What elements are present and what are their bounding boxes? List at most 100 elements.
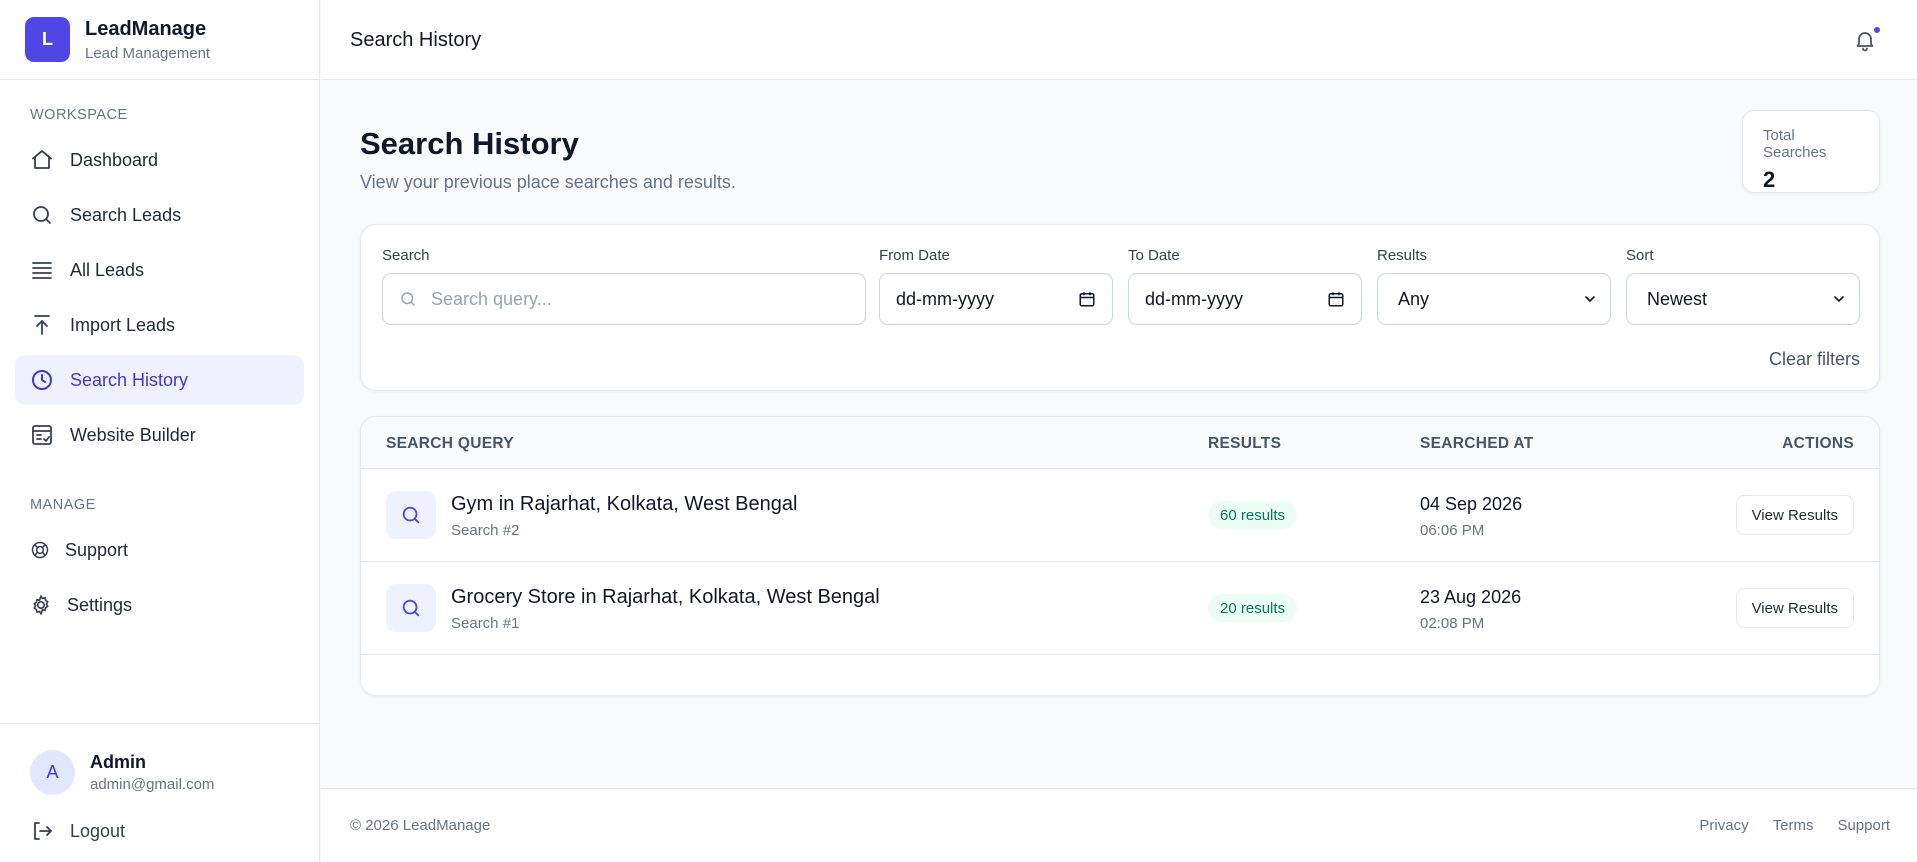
sort-select[interactable]: Newest: [1626, 273, 1860, 325]
row-time: 02:08 PM: [1420, 615, 1485, 632]
footer-link-support[interactable]: Support: [1837, 817, 1890, 834]
sidebar-item-label: Dashboard: [70, 149, 159, 170]
to-date-label: To Date: [1128, 247, 1180, 264]
sidebar-item-website-builder[interactable]: Website Builder: [15, 410, 304, 460]
sidebar-item-label: Settings: [67, 594, 133, 615]
website-icon: [32, 425, 52, 445]
from-date-value: dd-mm-yyyy: [896, 288, 994, 309]
view-results-button[interactable]: View Results: [1735, 495, 1854, 535]
search-history-table: SEARCH QUERY RESULTS SEARCHED AT ACTIONS…: [360, 416, 1880, 696]
row-query: Grocery Store in Rajarhat, Kolkata, West…: [451, 586, 880, 608]
total-searches-card: Total Searches 2: [1742, 110, 1880, 193]
sidebar-item-settings[interactable]: Settings: [15, 580, 304, 630]
footer: © 2026 LeadManage Privacy Terms Support: [321, 788, 1917, 862]
topbar-title: Search History: [350, 29, 482, 51]
brand-name: LeadManage: [85, 17, 207, 40]
results-select[interactable]: Any: [1377, 273, 1611, 325]
row-icon: [386, 584, 436, 632]
results-label: Results: [1377, 247, 1428, 264]
results-badge: 20 results: [1208, 594, 1298, 622]
manage-nav: Support Settings: [15, 525, 304, 635]
upload-icon: [34, 315, 50, 335]
top-bar: Search History: [321, 0, 1917, 80]
user-panel: A Admin admin@gmail.com Logout: [0, 723, 320, 862]
table-row: Grocery Store in Rajarhat, Kolkata, West…: [361, 562, 1879, 655]
column-header-query: SEARCH QUERY: [386, 435, 514, 452]
sort-label: Sort: [1626, 247, 1654, 264]
brand-subtitle: Lead Management: [85, 44, 211, 62]
column-header-searched-at: SEARCHED AT: [1420, 435, 1534, 452]
sidebar-item-dashboard[interactable]: Dashboard: [15, 135, 304, 185]
notification-dot: [1872, 25, 1882, 35]
sidebar-item-label: Search History: [70, 369, 189, 390]
user-name: Admin: [90, 752, 146, 772]
sidebar-item-support[interactable]: Support: [15, 525, 304, 575]
home-icon: [32, 150, 52, 169]
sidebar-item-import-leads[interactable]: Import Leads: [15, 300, 304, 350]
copyright: © 2026 LeadManage: [350, 817, 491, 834]
from-date-label: From Date: [879, 247, 950, 264]
workspace-nav: Dashboard Search Leads All Leads Import …: [15, 135, 304, 465]
clear-filters-button[interactable]: Clear filters: [1769, 349, 1860, 370]
calendar-icon[interactable]: [1078, 290, 1096, 308]
filter-panel: Search Search query... From Date dd-mm-y…: [360, 224, 1880, 391]
sidebar-item-search-leads[interactable]: Search Leads: [15, 190, 304, 240]
search-icon: [33, 206, 51, 224]
logout-label: Logout: [70, 820, 126, 841]
row-time: 06:06 PM: [1420, 522, 1485, 539]
sidebar-item-label: Website Builder: [70, 424, 196, 445]
footer-links: Privacy Terms Support: [1699, 817, 1890, 834]
chevron-down-icon: [1585, 296, 1595, 303]
avatar[interactable]: A: [30, 750, 75, 795]
search-placeholder: Search query...: [431, 288, 552, 309]
from-date-field[interactable]: dd-mm-yyyy: [879, 273, 1113, 325]
search-input[interactable]: Search query...: [382, 273, 866, 325]
footer-link-terms[interactable]: Terms: [1773, 817, 1814, 834]
page-title: Search History: [360, 126, 579, 161]
column-header-actions: ACTIONS: [1782, 435, 1854, 452]
row-date: 23 Aug 2026: [1420, 587, 1522, 607]
calendar-icon[interactable]: [1327, 290, 1345, 308]
sidebar: L LeadManage Lead Management WORKSPACE D…: [0, 0, 320, 862]
total-searches-value: 2: [1763, 167, 1776, 192]
logout-icon: [34, 822, 52, 840]
brand-logo[interactable]: L: [25, 17, 70, 62]
page-subtitle: View your previous place searches and re…: [360, 172, 736, 192]
total-searches-label: Total Searches: [1763, 127, 1827, 161]
gear-icon: [33, 594, 49, 616]
sidebar-item-label: Search Leads: [70, 204, 182, 225]
workspace-section-label: WORKSPACE: [30, 107, 128, 123]
search-icon: [401, 292, 415, 306]
chevron-down-icon: [1834, 296, 1844, 303]
brand: L LeadManage Lead Management: [0, 0, 319, 80]
column-header-results: RESULTS: [1208, 435, 1282, 452]
row-date: 04 Sep 2026: [1420, 494, 1523, 514]
row-icon: [386, 491, 436, 539]
results-value: Any: [1398, 288, 1430, 309]
view-results-button[interactable]: View Results: [1735, 588, 1854, 628]
row-query: Gym in Rajarhat, Kolkata, West Bengal: [451, 493, 798, 515]
search-icon: [402, 506, 420, 524]
to-date-field[interactable]: dd-mm-yyyy: [1128, 273, 1362, 325]
manage-section-label: MANAGE: [30, 497, 96, 513]
search-icon: [402, 599, 420, 617]
sidebar-item-label: Support: [65, 539, 129, 560]
sort-value: Newest: [1647, 288, 1708, 309]
table-header: SEARCH QUERY RESULTS SEARCHED AT ACTIONS: [361, 417, 1879, 469]
search-label: Search: [382, 247, 430, 264]
sidebar-item-all-leads[interactable]: All Leads: [15, 245, 304, 295]
to-date-value: dd-mm-yyyy: [1145, 288, 1243, 309]
sidebar-item-search-history[interactable]: Search History: [15, 355, 304, 405]
row-search-number: Search #2: [451, 522, 520, 539]
sidebar-item-label: Import Leads: [70, 314, 176, 335]
lifebuoy-icon: [31, 541, 49, 559]
row-search-number: Search #1: [451, 615, 520, 632]
sidebar-item-label: All Leads: [70, 259, 145, 280]
user-email: admin@gmail.com: [90, 776, 215, 793]
table-row: Gym in Rajarhat, Kolkata, West Bengal Se…: [361, 469, 1879, 562]
logout-button[interactable]: Logout: [30, 819, 125, 843]
results-badge: 60 results: [1208, 501, 1298, 529]
footer-link-privacy[interactable]: Privacy: [1699, 817, 1748, 834]
list-icon: [32, 262, 52, 279]
clock-icon: [32, 370, 52, 390]
